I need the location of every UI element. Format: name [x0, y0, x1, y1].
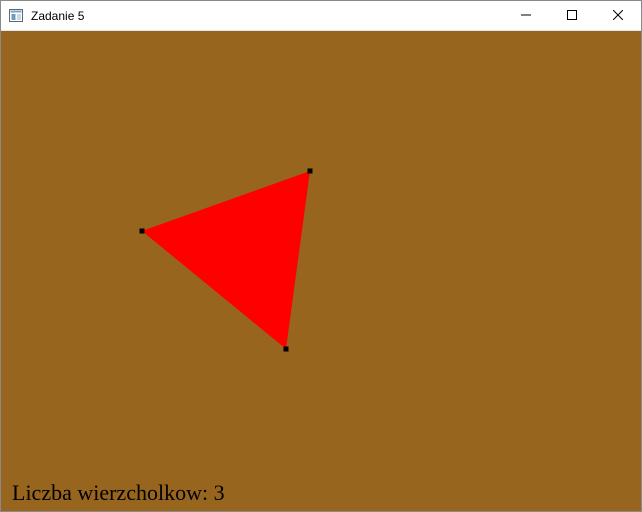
vertex-marker[interactable] — [283, 346, 289, 352]
title-bar[interactable]: Zadanie 5 — [1, 1, 641, 31]
minimize-button[interactable] — [503, 1, 549, 30]
vertex-marker[interactable] — [139, 228, 145, 234]
drawing-canvas[interactable] — [1, 31, 641, 511]
maximize-button[interactable] — [549, 1, 595, 30]
app-window: Zadanie 5 Liczba wierzcholkow: 3 — [0, 0, 642, 512]
close-button[interactable] — [595, 1, 641, 30]
window-app-icon — [9, 9, 23, 22]
window-title: Zadanie 5 — [31, 9, 85, 23]
maximize-icon — [567, 7, 577, 25]
filled-triangle — [142, 171, 310, 349]
minimize-icon — [521, 7, 531, 25]
close-icon — [612, 7, 624, 25]
vertex-count-label: Liczba wierzcholkow: 3 — [12, 480, 225, 505]
vertex-marker[interactable] — [307, 168, 313, 174]
